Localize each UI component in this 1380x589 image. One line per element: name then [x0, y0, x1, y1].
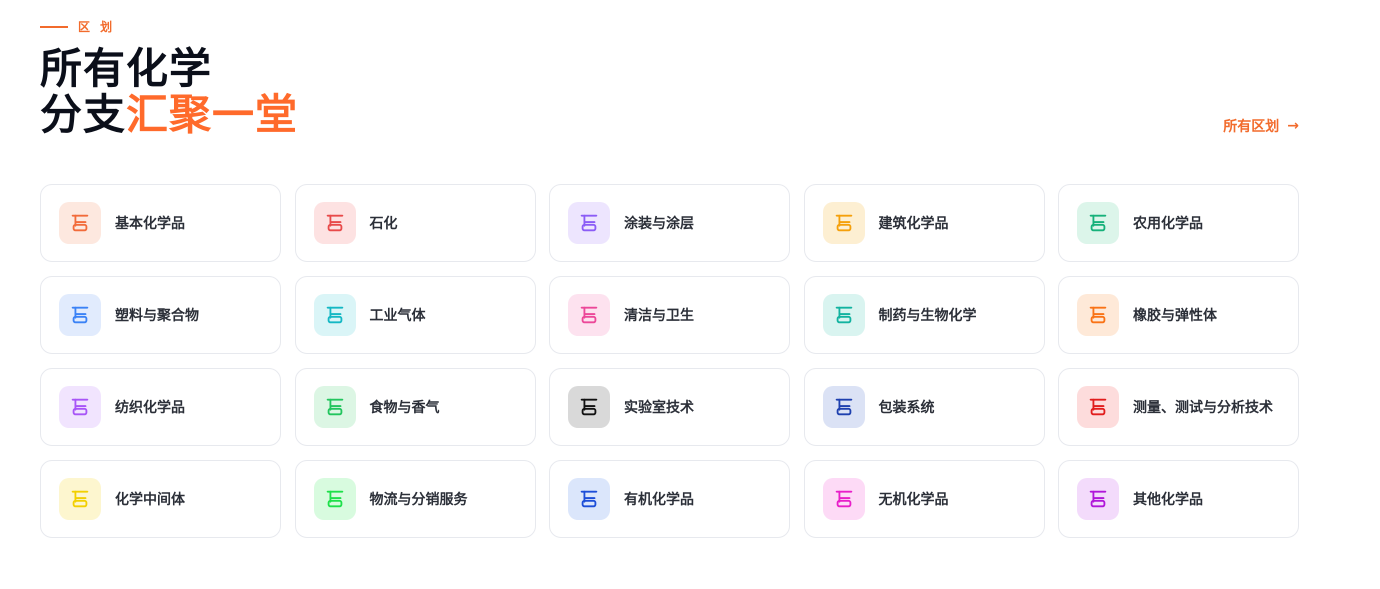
category-label: 食物与香气 — [369, 400, 440, 416]
category-icon — [326, 214, 343, 232]
category-card[interactable]: 建筑化学品 — [803, 184, 1045, 262]
category-card[interactable]: 涂装与涂层 — [549, 184, 790, 262]
category-label: 实验室技术 — [624, 400, 694, 416]
category-icon-tile — [568, 294, 610, 336]
category-icon — [1089, 490, 1107, 508]
category-card[interactable]: 清洁与卫生 — [549, 276, 790, 354]
title-line-2-prefix: 分支 — [40, 90, 127, 139]
category-icon-tile — [822, 478, 865, 520]
category-icon-tile — [313, 294, 356, 336]
category-icon — [835, 490, 852, 508]
arrow-right-icon: → — [1287, 118, 1299, 134]
category-icon-tile — [59, 294, 101, 336]
category-label: 塑料与聚合物 — [115, 308, 199, 324]
category-label: 制药与生物化学 — [878, 308, 977, 324]
category-card[interactable]: 制药与生物化学 — [803, 276, 1045, 354]
category-card[interactable]: 化学中间体 — [40, 460, 281, 538]
category-label: 建筑化学品 — [878, 216, 949, 232]
category-icon — [326, 490, 343, 508]
category-icon-tile — [59, 202, 101, 244]
category-icon — [71, 306, 89, 324]
category-icon-tile — [568, 478, 610, 520]
category-icon-tile — [822, 294, 865, 336]
category-icon — [580, 214, 598, 232]
title-line-2-accent: 汇聚一堂 — [126, 90, 299, 139]
eyebrow-line — [40, 25, 68, 28]
category-icon-tile — [1077, 478, 1119, 520]
title-line-2: 分支汇聚一堂 — [40, 92, 298, 138]
category-icon-tile — [822, 386, 865, 428]
category-label: 纺织化学品 — [115, 400, 185, 416]
category-card[interactable]: 塑料与聚合物 — [40, 276, 281, 354]
eyebrow: 区 划 — [40, 18, 115, 35]
category-card[interactable]: 无机化学品 — [803, 460, 1045, 538]
category-icon — [1089, 398, 1107, 416]
category-icon-tile — [822, 202, 865, 244]
category-label: 无机化学品 — [878, 492, 949, 508]
category-card[interactable]: 包装系统 — [803, 368, 1045, 446]
category-card[interactable]: 其他化学品 — [1058, 460, 1299, 538]
category-icon-tile — [59, 478, 101, 520]
category-card[interactable]: 石化 — [294, 184, 536, 262]
category-icon — [835, 306, 852, 324]
category-icon-tile — [1077, 202, 1119, 244]
category-label: 化学中间体 — [115, 492, 185, 508]
category-icon-tile — [1077, 294, 1119, 336]
category-label: 其他化学品 — [1133, 492, 1203, 508]
category-label: 涂装与涂层 — [624, 216, 694, 232]
category-label: 基本化学品 — [115, 216, 185, 232]
category-icon — [71, 398, 89, 416]
category-label: 工业气体 — [369, 308, 426, 324]
category-icon-tile — [568, 386, 610, 428]
category-card[interactable]: 工业气体 — [294, 276, 536, 354]
category-label: 农用化学品 — [1133, 216, 1203, 232]
eyebrow-text: 区 划 — [78, 20, 116, 34]
all-divisions-link[interactable]: 所有区划 → — [1223, 116, 1299, 136]
category-label: 清洁与卫生 — [624, 308, 694, 324]
category-icon — [1089, 306, 1107, 324]
category-card[interactable]: 物流与分销服务 — [294, 460, 536, 538]
section-title: 所有化学 分支汇聚一堂 — [40, 46, 298, 138]
category-grid: 基本化学品 石化 涂装与涂层 建筑化学品 农用化学品塑料与聚合物 工业气体 清洁与卫生 制药与… — [40, 184, 1299, 538]
category-label: 包装系统 — [878, 400, 935, 416]
category-label: 石化 — [369, 216, 398, 232]
category-icon — [580, 306, 598, 324]
category-icon — [326, 306, 343, 324]
category-card[interactable]: 农用化学品 — [1058, 184, 1299, 262]
category-icon-tile — [313, 386, 356, 428]
category-icon — [326, 398, 343, 416]
category-icon — [835, 214, 852, 232]
category-icon-tile — [313, 202, 356, 244]
category-label: 测量、测试与分析技术 — [1133, 400, 1273, 416]
category-card[interactable]: 纺织化学品 — [40, 368, 281, 446]
all-divisions-label: 所有区划 — [1223, 119, 1280, 135]
category-icon-tile — [1077, 386, 1119, 428]
category-icon — [835, 398, 852, 416]
category-icon — [1089, 214, 1107, 232]
category-card[interactable]: 食物与香气 — [294, 368, 536, 446]
category-icon-tile — [568, 202, 610, 244]
category-label: 有机化学品 — [624, 492, 694, 508]
section-header: 区 划 所有化学 分支汇聚一堂 所有区划 → — [40, 18, 1299, 148]
category-card[interactable]: 有机化学品 — [549, 460, 790, 538]
category-icon — [71, 214, 89, 232]
category-icon — [71, 490, 89, 508]
category-card[interactable]: 橡胶与弹性体 — [1058, 276, 1299, 354]
category-icon — [580, 490, 598, 508]
category-label: 橡胶与弹性体 — [1133, 308, 1217, 324]
category-icon-tile — [313, 478, 356, 520]
category-card[interactable]: 测量、测试与分析技术 — [1058, 368, 1299, 446]
title-line-1: 所有化学 — [40, 44, 213, 93]
category-icon-tile — [59, 386, 101, 428]
category-card[interactable]: 基本化学品 — [40, 184, 281, 262]
category-label: 物流与分销服务 — [369, 492, 468, 508]
category-icon — [580, 398, 598, 416]
category-card[interactable]: 实验室技术 — [549, 368, 790, 446]
